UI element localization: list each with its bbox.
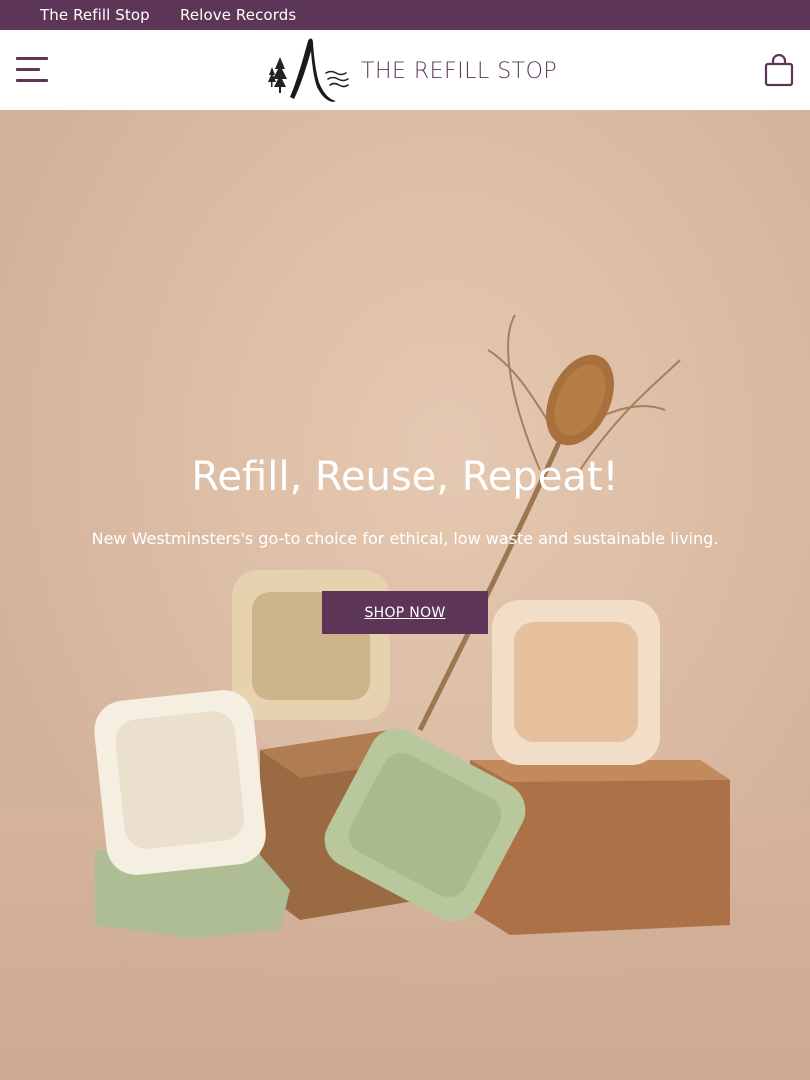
topbar-link-relove-records[interactable]: Relove Records (180, 6, 296, 24)
hamburger-menu-icon[interactable] (16, 57, 48, 83)
site-logo[interactable]: THE REFILL STOP (266, 35, 558, 105)
announcement-bar: The Refill Stop Relove Records (0, 0, 810, 30)
hero-subtitle: New Westminsters's go-to choice for ethi… (91, 529, 719, 548)
topbar-link-refill-stop[interactable]: The Refill Stop (40, 6, 150, 24)
hero-title: Refill, Reuse, Repeat! (191, 454, 619, 500)
shop-now-button[interactable]: SHOP NOW (322, 591, 488, 634)
hero-banner: Refill, Reuse, Repeat! New Westminsters'… (0, 110, 810, 1080)
mountain-logo-icon (268, 38, 349, 102)
brand-name: THE REFILL STOP (361, 59, 558, 84)
shopping-bag-icon[interactable] (764, 53, 794, 88)
site-header: THE REFILL STOP (0, 30, 810, 110)
